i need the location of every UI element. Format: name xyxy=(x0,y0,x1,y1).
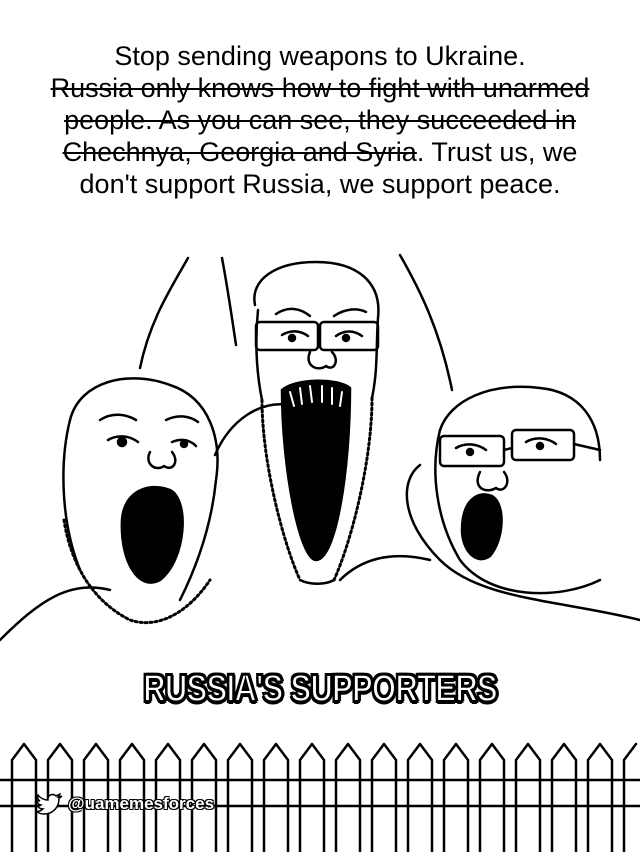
left-mouth xyxy=(120,485,184,584)
center-left-arm-line xyxy=(220,256,238,347)
center-right-arm-line xyxy=(398,253,454,392)
twitter-bird-icon xyxy=(36,793,63,815)
supporters-label: RUSSIA'S SUPPORTERS xyxy=(142,667,498,711)
right-mouth xyxy=(460,493,503,561)
twitter-handle: @uamemesforces xyxy=(68,794,215,813)
soyjak-illustration xyxy=(0,253,640,852)
right-head xyxy=(438,385,602,462)
center-mouth xyxy=(280,379,352,562)
left-arm-line xyxy=(138,256,190,370)
meme-image: Stop sending weapons to Ukraine. Russia o… xyxy=(0,0,640,852)
watermark: @uamemesforces xyxy=(36,793,214,815)
center-head xyxy=(253,260,380,400)
